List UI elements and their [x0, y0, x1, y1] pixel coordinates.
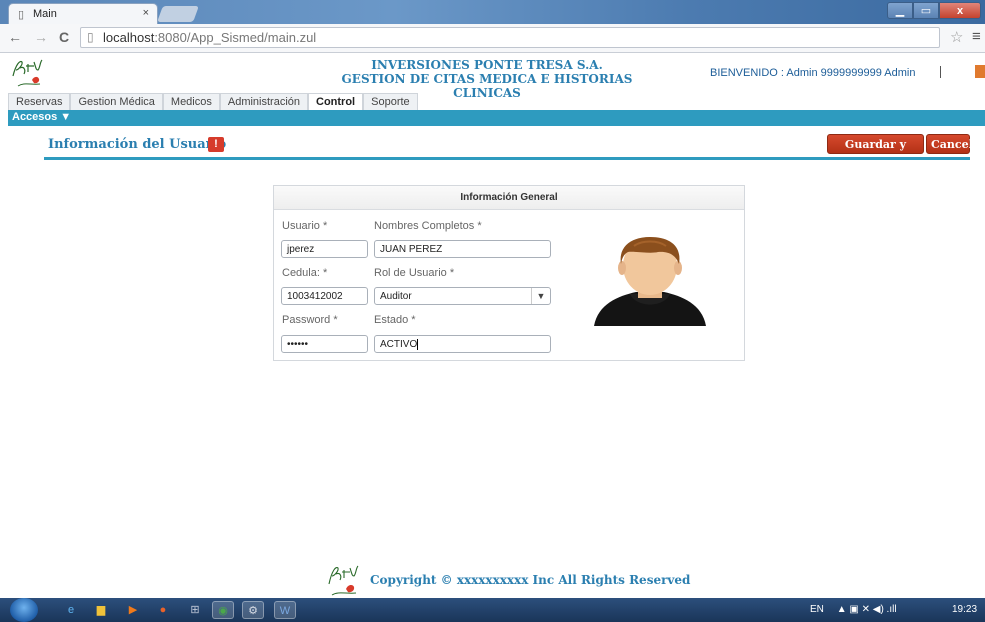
accesos-bar: Accesos ▼: [8, 110, 985, 126]
nombres-label: Nombres Completos *: [374, 220, 482, 232]
estado-label: Estado *: [374, 314, 416, 326]
network-icon[interactable]: ⊞: [184, 601, 206, 619]
system-tray: EN ▲ ▣ ✕ ◀) .ıll: [810, 604, 897, 615]
browser-titlebar: ▯ Main × ▁ ▭ x: [0, 0, 985, 24]
maximize-button[interactable]: ▭: [913, 2, 939, 19]
warning-icon: !: [208, 137, 224, 152]
ie-icon[interactable]: e: [60, 601, 82, 619]
estado-value: ACTIVO: [380, 339, 418, 350]
chevron-down-icon[interactable]: ▼: [531, 288, 550, 304]
page-icon: ▯: [87, 30, 94, 44]
windows-taskbar: e ▆ ▶ ● ⊞ ◉ ⚙ W EN ▲ ▣ ✕ ◀) .ıll 19:23: [0, 598, 985, 622]
password-label: Password *: [282, 314, 338, 326]
tab-close-icon[interactable]: ×: [143, 7, 149, 19]
password-input[interactable]: ••••••: [281, 335, 368, 353]
language-indicator[interactable]: EN: [810, 604, 824, 615]
browser-toolbar: ← → C ▯ localhost:8080/App_Sismed/main.z…: [0, 24, 985, 53]
clock[interactable]: 19:23: [952, 604, 977, 615]
reload-icon[interactable]: C: [59, 29, 69, 45]
page-icon: ▯: [18, 9, 25, 21]
browser-tab-title: Main: [33, 8, 57, 20]
word-icon[interactable]: W: [274, 601, 296, 619]
address-bar[interactable]: ▯ localhost:8080/App_Sismed/main.zul: [80, 27, 940, 48]
panel-title: Información General: [274, 186, 744, 210]
forward-icon[interactable]: →: [34, 29, 48, 45]
save-close-button[interactable]: Guardar y Cerrar: [827, 134, 924, 170]
back-icon[interactable]: ←: [8, 29, 22, 45]
rol-select[interactable]: Auditor ▼: [374, 287, 551, 305]
cedula-label: Cedula: *: [282, 267, 328, 279]
main-tabs: Reservas Gestion Médica Medicos Administ…: [8, 93, 418, 110]
estado-input[interactable]: ACTIVO: [374, 335, 551, 353]
nombres-input[interactable]: JUAN PEREZ: [374, 240, 551, 258]
form-title: Información del Usuario: [48, 137, 227, 152]
text-cursor: [417, 338, 419, 350]
chrome-icon[interactable]: ◉: [212, 601, 234, 619]
firefox-icon[interactable]: ●: [152, 601, 174, 619]
footer-logo: [328, 565, 359, 596]
media-player-icon[interactable]: ▶: [122, 601, 144, 619]
settings-gear-icon[interactable]: ⚙: [242, 601, 264, 619]
url-text: localhost:8080/App_Sismed/main.zul: [103, 30, 317, 45]
accesos-menu[interactable]: Accesos ▼: [12, 111, 71, 123]
header-separator: [940, 66, 941, 78]
browser-menu-icon[interactable]: ≡: [972, 28, 981, 45]
tab-control[interactable]: Control: [308, 93, 364, 110]
rol-label: Rol de Usuario *: [374, 267, 455, 279]
browser-tab[interactable]: ▯ Main ×: [8, 3, 158, 24]
logout-icon[interactable]: [975, 65, 985, 78]
copyright-text: Copyright © xxxxxxxxxx Inc All Rights Re…: [370, 573, 691, 587]
company-name: INVERSIONES PONTE TRESA S.A.: [371, 58, 603, 72]
header-rule: [44, 157, 970, 160]
window-controls: ▁ ▭ x: [887, 2, 981, 20]
company-logo: [12, 59, 43, 87]
rol-selected-value: Auditor: [380, 291, 412, 302]
welcome-text: BIENVENIDO : Admin 9999999999 Admin: [710, 67, 916, 79]
minimize-button[interactable]: ▁: [887, 2, 913, 19]
user-avatar-icon: [594, 237, 706, 326]
close-window-button[interactable]: x: [939, 2, 981, 19]
cancel-button[interactable]: Cancel: [926, 134, 973, 154]
tab-soporte[interactable]: Soporte: [363, 93, 418, 110]
bookmark-star-icon[interactable]: ☆: [950, 28, 963, 46]
tab-medicos[interactable]: Medicos: [162, 93, 220, 110]
new-tab-button[interactable]: [157, 6, 199, 22]
cedula-input[interactable]: 1003412002: [281, 287, 368, 305]
tab-administracion[interactable]: Administración: [219, 93, 309, 110]
general-info-panel: Información General Usuario * Nombres Co…: [273, 185, 745, 361]
tab-gestion-medica[interactable]: Gestion Médica: [70, 93, 163, 110]
folder-icon[interactable]: ▆: [90, 601, 112, 619]
usuario-label: Usuario *: [282, 220, 328, 232]
start-button[interactable]: [10, 598, 38, 622]
usuario-input[interactable]: jperez: [281, 240, 368, 258]
tray-icons[interactable]: ▲ ▣ ✕ ◀) .ıll: [837, 604, 897, 615]
tab-reservas[interactable]: Reservas: [8, 93, 71, 110]
